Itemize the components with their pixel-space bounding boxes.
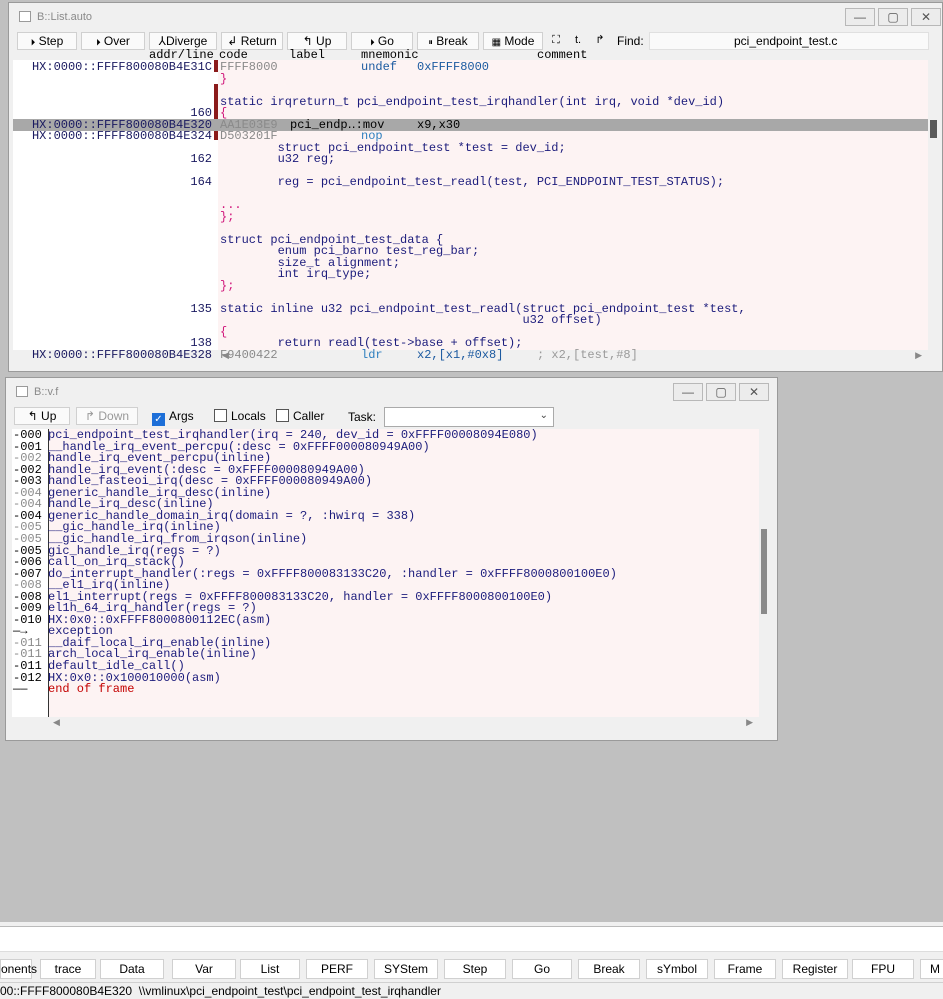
vertical-scrollbar[interactable] (928, 60, 940, 350)
frame-down-button[interactable]: ↱ Down (76, 407, 138, 425)
frame-level: —— (13, 682, 28, 697)
line-operands: 0xFFFF8000 (417, 60, 490, 74)
source-line: } (220, 71, 228, 86)
frame-up-button[interactable]: ↰ Up (14, 407, 70, 425)
pause-icon: ⏸ (428, 37, 433, 47)
close-button[interactable]: ✕ (911, 8, 941, 26)
function-key-m[interactable]: M (920, 959, 943, 979)
go-icon: ⏵ (370, 37, 375, 47)
step-over-icon: ⏵ (96, 37, 101, 47)
locals-checkbox[interactable]: Locals (214, 409, 266, 423)
checkbox-icon (276, 409, 289, 422)
view-icon[interactable]: ⛶ (547, 33, 565, 49)
scroll-thumb[interactable] (930, 120, 937, 138)
frame-toolbar: ↰ Up ↱ Down ✓ Args Locals Caller Task: ⌄ (14, 407, 774, 427)
frame-vertical-scrollbar[interactable] (759, 429, 771, 717)
source-line: u32 reg; (220, 152, 336, 166)
up-icon: ↰ (302, 34, 313, 48)
window-icon (19, 11, 31, 22)
checkbox-checked-icon: ✓ (152, 413, 165, 426)
checkbox-icon (214, 409, 227, 422)
diverge-icon: ⅄ (158, 34, 166, 48)
function-key-system[interactable]: SYStem (374, 959, 438, 979)
line-operands: x9,x30 (417, 117, 461, 132)
source-line: int irq_type; (220, 267, 372, 281)
function-key-register[interactable]: Register (782, 959, 848, 979)
step-button[interactable]: ⏵ Step (17, 32, 77, 50)
breakpoint-marker[interactable] (214, 60, 218, 72)
list-window: B::List.auto — ▢ ✕ ⏵ Step ⏵ Over ⅄Diverg… (8, 2, 943, 372)
function-key-onents[interactable]: onents (0, 959, 37, 979)
break-button[interactable]: ⏸ Break (417, 32, 479, 50)
maximize-button[interactable]: ▢ (878, 8, 908, 26)
over-button[interactable]: ⏵ Over (81, 32, 145, 50)
minimize-button[interactable]: — (673, 383, 703, 401)
frame-entry: end of frame (48, 682, 135, 697)
task-label: Task: (348, 410, 377, 424)
frame-window-title: B::v.f (34, 386, 59, 398)
line-address: HX:0000::FFFF800080B4E31C (31, 60, 212, 74)
mode-icon: ▦ (491, 37, 502, 48)
mode-button[interactable]: ▦ Mode (483, 32, 543, 50)
task-select[interactable]: ⌄ (384, 407, 554, 427)
function-key-step[interactable]: Step (444, 959, 506, 979)
frame-window-titlebar[interactable]: B::v.f — ▢ ✕ (6, 378, 777, 406)
function-key-trace[interactable]: trace (40, 959, 96, 979)
list-window-titlebar[interactable]: B::List.auto — ▢ ✕ (9, 3, 942, 31)
function-key-perf[interactable]: PERF (306, 959, 368, 979)
track-icon[interactable]: t. (569, 33, 587, 49)
scroll-thumb[interactable] (761, 529, 767, 614)
command-line[interactable] (0, 926, 943, 952)
function-key-go[interactable]: Go (512, 959, 572, 979)
bottom-panel: onents trace Data Var List PERF SYStem Step Go Br… (0, 922, 943, 999)
function-key-list[interactable]: List (240, 959, 300, 979)
line-mnemonic: undef (361, 60, 398, 74)
args-checkbox[interactable]: ✓ Args (152, 409, 194, 426)
find-input[interactable]: pci_endpoint_test.c (649, 32, 929, 50)
source-line: static irqreturn_t pci_endpoint_test_irq… (220, 94, 725, 109)
source-line: }; (220, 278, 235, 293)
chevron-down-icon: ⌄ (539, 410, 548, 421)
up-icon: ↰ (27, 409, 38, 423)
caller-checkbox[interactable]: Caller (276, 409, 324, 423)
scroll-right-icon[interactable]: ▶ (915, 350, 922, 361)
find-label: Find: (617, 34, 644, 48)
list-window-title: B::List.auto (37, 11, 93, 23)
line-opcode: FFFF8000 (220, 60, 278, 74)
line-mnemonic: ldr (361, 347, 383, 362)
minimize-button[interactable]: — (845, 8, 875, 26)
line-address: HX:0000::FFFF800080B4E328 (31, 347, 212, 362)
function-key-fpu[interactable]: FPU (852, 959, 914, 979)
scroll-left-icon[interactable]: ◀ (53, 717, 60, 728)
return-icon: ↲ (227, 34, 238, 48)
goto-icon[interactable]: ↱ (591, 33, 609, 49)
source-line: u32 offset) (220, 313, 602, 327)
function-key-var[interactable]: Var (172, 959, 236, 979)
function-key-symbol[interactable]: sYmbol (646, 959, 708, 979)
breakpoint-marker[interactable] (214, 84, 218, 140)
frame-window: B::v.f — ▢ ✕ ↰ Up ↱ Down ✓ Args Locals Ca… (5, 377, 778, 741)
function-key-frame[interactable]: Frame (714, 959, 776, 979)
source-line: }; (220, 209, 235, 224)
function-key-data[interactable]: Data (100, 959, 164, 979)
line-operands: x2,[x1,#0x8] (417, 347, 504, 362)
maximize-button[interactable]: ▢ (706, 383, 736, 401)
line-opcode: F9400422 (220, 347, 278, 362)
down-icon: ↱ (84, 409, 96, 423)
frame-horizontal-scrollbar[interactable]: ◀ ▶ (49, 717, 759, 731)
line-address: HX:0000::FFFF800080B4E324 (31, 129, 212, 143)
status-bar: 00::FFFF800080B4E320 \\vmlinux\pci_endpo… (0, 982, 943, 999)
line-number: 164 (190, 175, 212, 189)
step-icon: ⏵ (30, 37, 36, 47)
line-number: 162 (190, 152, 212, 166)
source-line: reg = pci_endpoint_test_readl(test, PCI_… (220, 175, 725, 189)
line-comment: ; x2,[test,#8] (537, 347, 638, 362)
close-button[interactable]: ✕ (739, 383, 769, 401)
window-icon (16, 386, 28, 397)
scroll-right-icon[interactable]: ▶ (746, 717, 753, 728)
function-key-break[interactable]: Break (578, 959, 640, 979)
line-number: 135 (190, 301, 212, 316)
